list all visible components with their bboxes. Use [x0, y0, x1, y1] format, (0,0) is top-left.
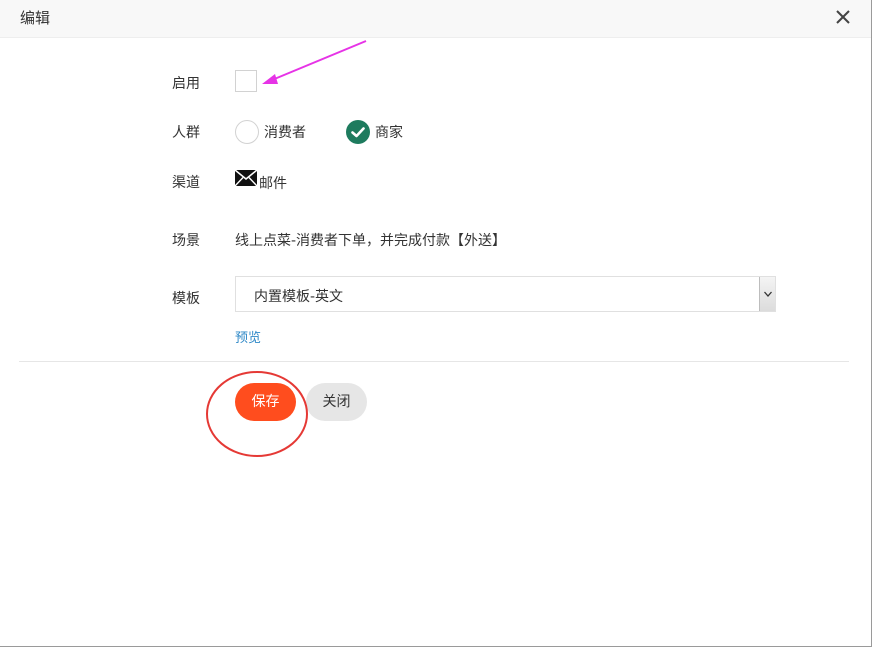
- annotation-arrow-shaft: [271, 40, 367, 81]
- save-button[interactable]: 保存: [235, 383, 296, 421]
- radio-merchant-label[interactable]: 商家: [375, 122, 403, 142]
- preview-link[interactable]: 预览: [235, 327, 261, 346]
- edit-dialog: 编辑 启用 人群 消费者 商家 渠道 邮件 场景 线上点菜-消费者下单，并完成付…: [0, 0, 872, 647]
- dialog-title: 编辑: [20, 9, 51, 27]
- scene-label: 场景: [172, 233, 200, 249]
- channel-label: 渠道: [172, 175, 200, 191]
- template-label: 模板: [172, 291, 200, 307]
- radio-consumer-label[interactable]: 消费者: [264, 122, 306, 142]
- radio-consumer[interactable]: [235, 120, 259, 144]
- dialog-titlebar: 编辑: [0, 0, 871, 38]
- mail-icon: [234, 169, 258, 190]
- template-select-value: 内置模板-英文: [254, 289, 344, 305]
- close-button[interactable]: 关闭: [306, 383, 367, 421]
- annotation-arrow-head: [262, 74, 278, 84]
- annotation-overlay: [206, 40, 367, 457]
- radio-merchant[interactable]: [346, 120, 370, 144]
- scene-value: 线上点菜-消费者下单，并完成付款【外送】: [235, 233, 507, 249]
- divider: [19, 361, 849, 362]
- audience-label: 人群: [172, 125, 200, 141]
- enable-checkbox[interactable]: [235, 70, 257, 92]
- chevron-down-icon[interactable]: [759, 277, 775, 311]
- check-icon: [351, 127, 365, 138]
- template-select[interactable]: 内置模板-英文: [235, 276, 776, 312]
- channel-value: 邮件: [259, 176, 287, 192]
- enable-label: 启用: [172, 76, 200, 92]
- close-icon[interactable]: [833, 7, 853, 27]
